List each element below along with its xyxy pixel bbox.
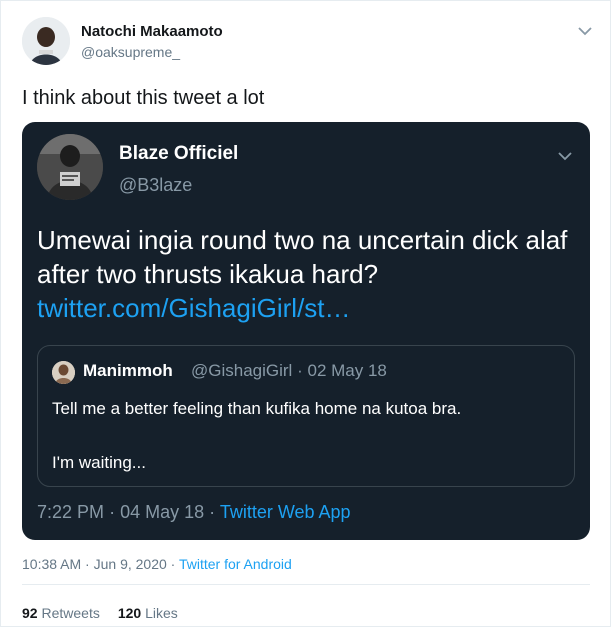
quoted-author-handle-and-date[interactable]: @GishagiGirl · 02 May 18 bbox=[191, 361, 387, 381]
embedded-tweet[interactable]: Blaze Officiel @B3laze Umewai ingia roun… bbox=[22, 122, 590, 540]
tweet-text: I think about this tweet a lot bbox=[22, 87, 265, 109]
quoted-tweet[interactable]: Manimmoh @GishagiGirl · 02 May 18 Tell m… bbox=[37, 345, 575, 487]
chevron-down-icon[interactable] bbox=[558, 148, 572, 161]
likes-count: 120 bbox=[117, 605, 142, 621]
retweets-stat[interactable]: 92 Retweets bbox=[22, 605, 100, 621]
quoted-avatar-image bbox=[52, 361, 75, 384]
quoted-tweet-date: 02 May 18 bbox=[307, 361, 387, 380]
embedded-tweet-app[interactable]: Twitter Web App bbox=[220, 502, 351, 522]
quoted-author-handle[interactable]: @GishagiGirl bbox=[191, 361, 292, 380]
retweets-label: Retweets bbox=[41, 605, 100, 621]
embedded-avatar-image bbox=[37, 134, 103, 200]
embedded-author-handle[interactable]: @B3laze bbox=[119, 175, 192, 196]
separator: · bbox=[170, 556, 176, 572]
likes-stat[interactable]: 120 Likes bbox=[118, 605, 178, 621]
embedded-tweet-meta: 7:22 PM · 04 May 18 · Twitter Web App bbox=[37, 502, 351, 523]
quoted-author-name[interactable]: Manimmoh bbox=[83, 361, 173, 381]
likes-label: Likes bbox=[145, 605, 178, 621]
tweet-date[interactable]: Jun 9, 2020 bbox=[94, 556, 167, 572]
author-avatar[interactable] bbox=[22, 17, 70, 65]
embedded-author-avatar[interactable] bbox=[37, 134, 103, 200]
retweets-count: 92 bbox=[22, 605, 38, 621]
embedded-tweet-link[interactable]: twitter.com/GishagiGirl/st… bbox=[37, 291, 351, 325]
tweet-meta: 10:38 AM · Jun 9, 2020 · Twitter for And… bbox=[22, 556, 292, 572]
author-avatar-image bbox=[22, 17, 70, 65]
tweet-time[interactable]: 10:38 AM bbox=[22, 556, 81, 572]
author-handle[interactable]: @oaksupreme_ bbox=[81, 44, 180, 60]
quoted-author-avatar[interactable] bbox=[52, 361, 75, 384]
embedded-author-name[interactable]: Blaze Officiel bbox=[119, 143, 238, 165]
tweet-app[interactable]: Twitter for Android bbox=[179, 556, 292, 572]
separator: · bbox=[109, 502, 116, 522]
tweet-card: Natochi Makaamoto @oaksupreme_ I think a… bbox=[0, 0, 611, 627]
embedded-tweet-time[interactable]: 7:22 PM bbox=[37, 502, 104, 522]
quoted-tweet-text-line1: Tell me a better feeling than kufika hom… bbox=[52, 399, 462, 418]
author-name[interactable]: Natochi Makaamoto bbox=[81, 23, 223, 40]
tweet-stats: 92 Retweets 120 Likes bbox=[22, 605, 178, 621]
embedded-tweet-text: Umewai ingia round two na uncertain dick… bbox=[37, 225, 568, 289]
embedded-tweet-date[interactable]: 04 May 18 bbox=[120, 502, 204, 522]
divider bbox=[22, 584, 590, 585]
chevron-down-icon[interactable] bbox=[578, 23, 592, 36]
quoted-tweet-text-line2: I'm waiting... bbox=[52, 453, 146, 472]
separator: · bbox=[209, 502, 216, 522]
separator: · bbox=[297, 361, 303, 380]
separator: · bbox=[85, 556, 90, 572]
